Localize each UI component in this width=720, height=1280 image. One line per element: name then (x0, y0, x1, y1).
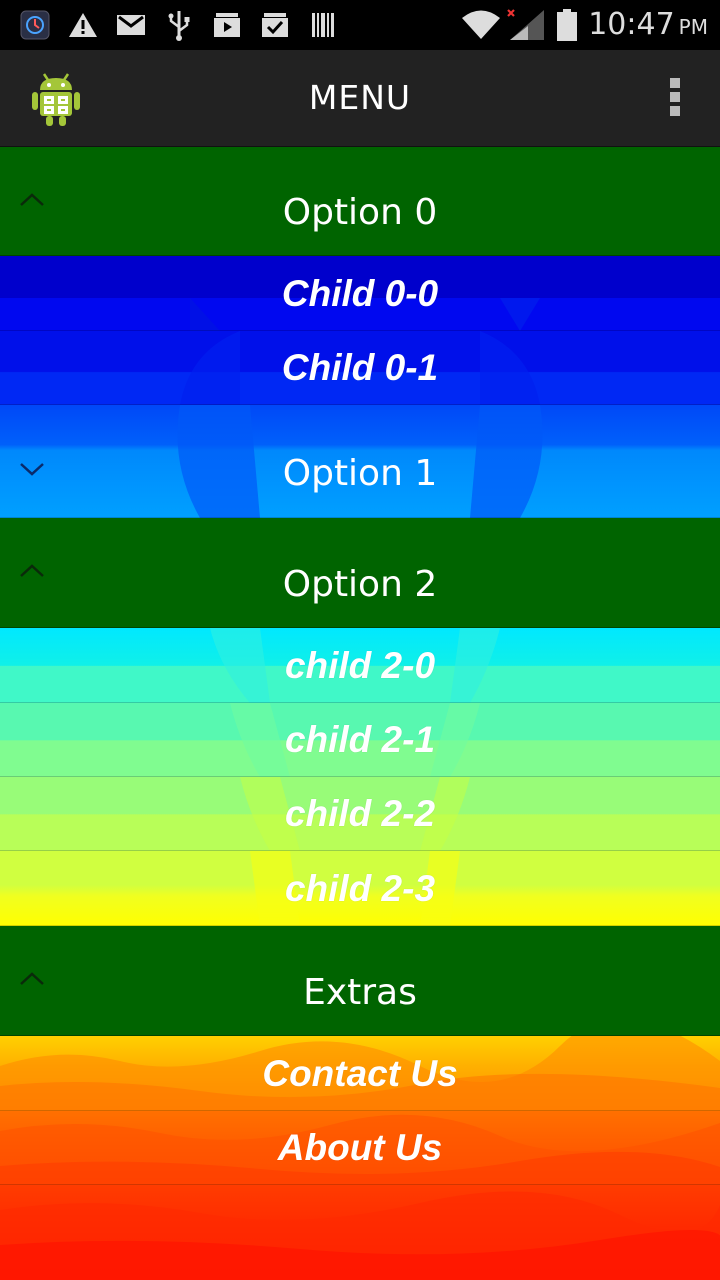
child-label: About Us (277, 1127, 443, 1168)
group-row-option-2[interactable]: Option 2 (0, 518, 720, 628)
child-label: Child 0-0 (281, 272, 439, 314)
group-label: Extras (303, 972, 417, 1013)
media-play-icon (212, 8, 242, 42)
child-row[interactable]: child 2-3 (0, 851, 720, 926)
page-title: MENU (308, 78, 412, 117)
group-label: Option 0 (282, 192, 438, 233)
screen: 10:47 PM MENU Option 0 Child 0-0 Child 0… (0, 0, 720, 1280)
warning-icon (68, 8, 98, 42)
app-notification-icon (20, 8, 50, 42)
battery-icon (554, 8, 580, 42)
group-row-option-1[interactable]: Option 1 (0, 405, 720, 518)
child-label: child 2-3 (284, 867, 436, 909)
child-row[interactable]: child 2-0 (0, 628, 720, 703)
child-row[interactable]: About Us (0, 1111, 720, 1185)
signal-no-data-icon (506, 8, 546, 42)
expandable-list[interactable]: Option 0 Child 0-0 Child 0-1 Option 1 Op… (0, 147, 720, 1280)
gmail-icon (116, 8, 146, 42)
usb-icon (164, 8, 194, 42)
group-label: Option 1 (282, 453, 438, 494)
status-bar: 10:47 PM (0, 0, 720, 50)
background-texture (0, 1191, 720, 1280)
child-row[interactable]: Contact Us (0, 1036, 720, 1111)
child-label: Contact Us (262, 1052, 458, 1094)
group-row-extras[interactable]: Extras (0, 926, 720, 1036)
group-row-option-0[interactable]: Option 0 (0, 147, 720, 256)
child-label: Child 0-1 (281, 347, 439, 388)
list-background (0, 1185, 720, 1280)
wifi-icon (460, 8, 502, 42)
barcode-icon (308, 8, 338, 42)
action-bar: MENU (0, 50, 720, 147)
child-label: child 2-1 (284, 719, 436, 760)
group-label: Option 2 (282, 564, 438, 605)
clipboard-check-icon (260, 8, 290, 42)
child-row[interactable]: Child 0-0 (0, 256, 720, 331)
child-label: child 2-2 (284, 793, 436, 834)
child-row[interactable]: child 2-2 (0, 777, 720, 851)
status-time: 10:47 PM (588, 2, 708, 48)
time-ampm: PM (678, 15, 708, 39)
child-label: child 2-0 (284, 644, 436, 686)
child-row[interactable]: Child 0-1 (0, 331, 720, 405)
time-value: 10:47 (588, 7, 675, 42)
overflow-menu-icon[interactable] (668, 78, 682, 118)
child-row[interactable]: child 2-1 (0, 703, 720, 777)
